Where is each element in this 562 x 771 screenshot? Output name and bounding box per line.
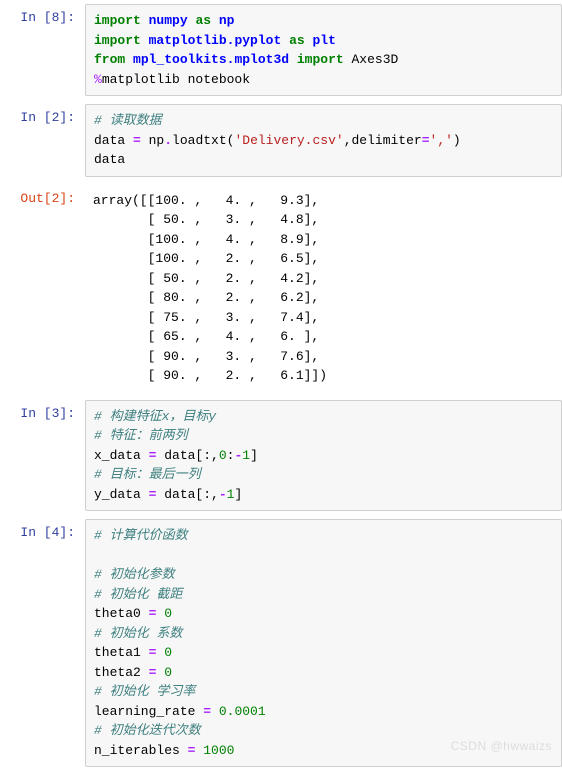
in-prompt: In [4]: — [0, 519, 85, 540]
in-prompt: In [2]: — [0, 104, 85, 125]
output-cell: Out[2]:array([[100. , 4. , 9.3], [ 50. ,… — [0, 181, 562, 396]
code-input[interactable]: # 计算代价函数 # 初始化参数 # 初始化 截距 theta0 = 0 # 初… — [85, 519, 562, 767]
out-prompt: Out[2]: — [0, 185, 85, 206]
code-input[interactable]: import numpy as np import matplotlib.pyp… — [85, 4, 562, 96]
code-input[interactable]: # 构建特征x，目标y # 特征：前两列 x_data = data[:,0:-… — [85, 400, 562, 512]
input-cell: In [8]:import numpy as np import matplot… — [0, 0, 562, 100]
output-text: array([[100. , 4. , 9.3], [ 50. , 3. , 4… — [85, 185, 562, 392]
input-cell: In [2]:# 读取数据 data = np.loadtxt('Deliver… — [0, 100, 562, 181]
input-cell: In [3]:# 构建特征x，目标y # 特征：前两列 x_data = dat… — [0, 396, 562, 516]
notebook: In [8]:import numpy as np import matplot… — [0, 0, 562, 771]
input-cell: In [4]:# 计算代价函数 # 初始化参数 # 初始化 截距 theta0 … — [0, 515, 562, 771]
watermark: CSDN @hwwaizs — [451, 739, 552, 753]
code-input[interactable]: # 读取数据 data = np.loadtxt('Delivery.csv',… — [85, 104, 562, 177]
in-prompt: In [8]: — [0, 4, 85, 25]
in-prompt: In [3]: — [0, 400, 85, 421]
